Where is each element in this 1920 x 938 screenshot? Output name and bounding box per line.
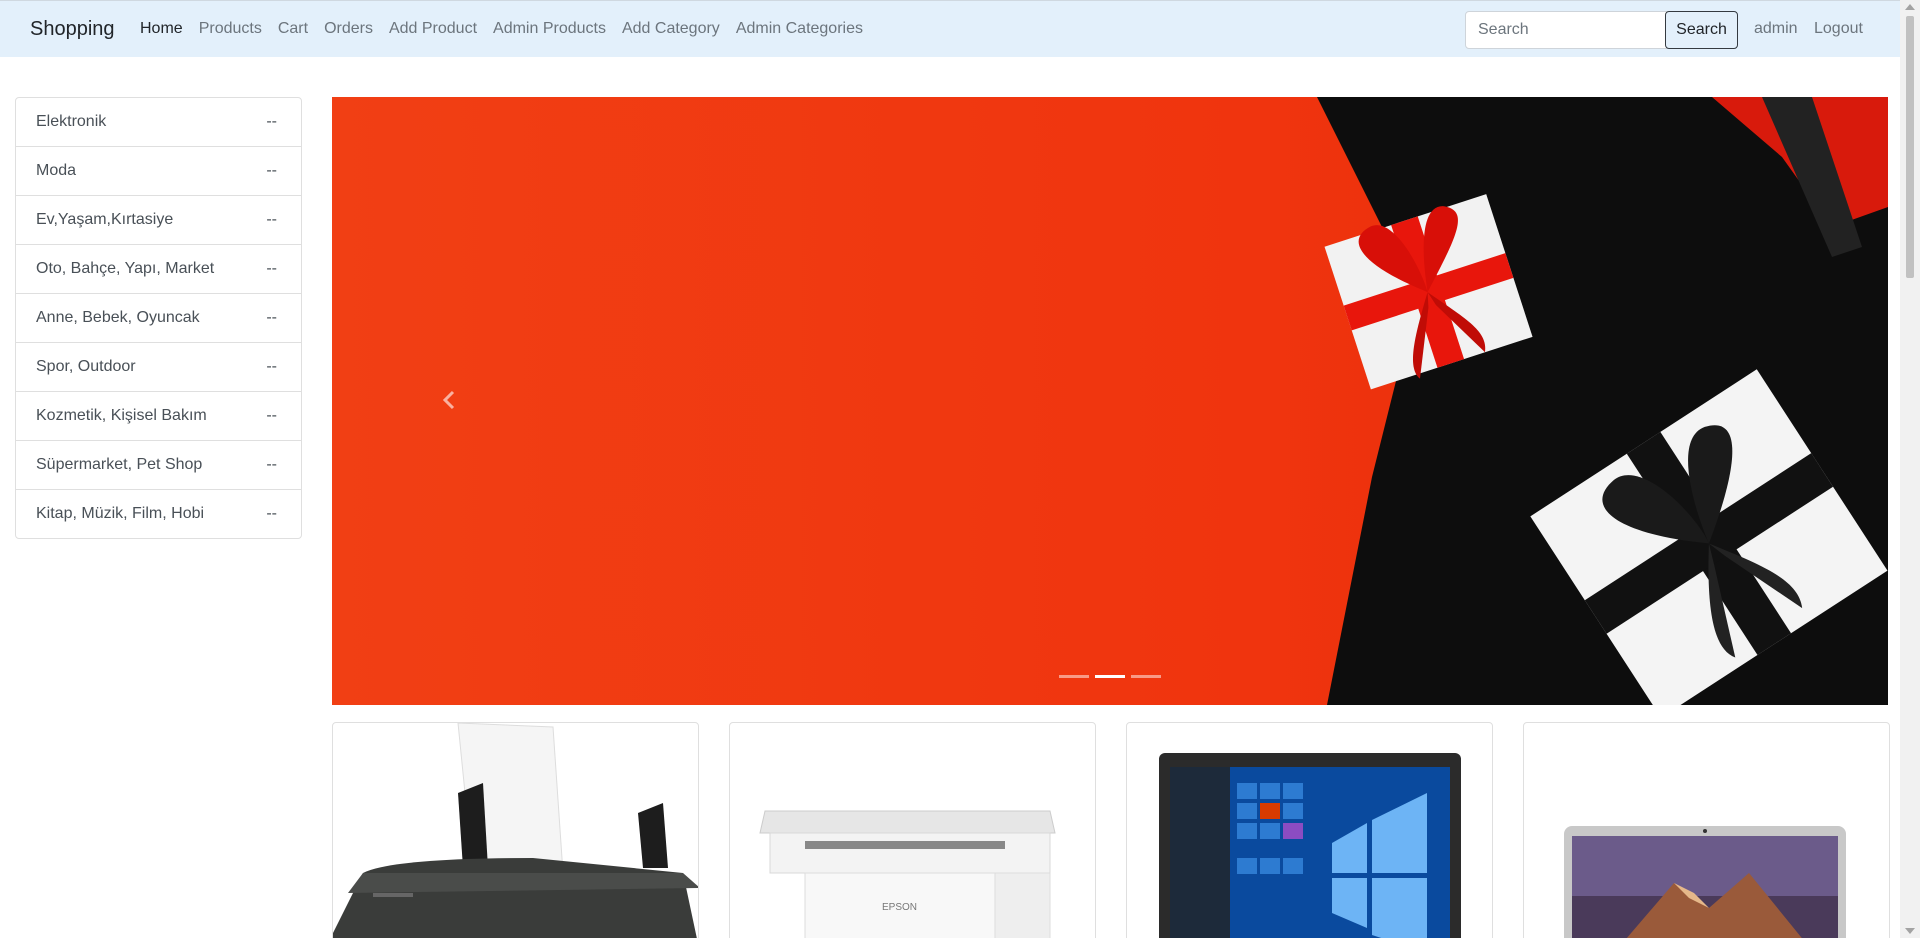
windows-laptop-image xyxy=(1159,753,1461,938)
page-scrollbar[interactable] xyxy=(1900,0,1920,938)
nav-link-products[interactable]: Products xyxy=(199,20,262,38)
product-card[interactable]: EPSON xyxy=(729,722,1096,938)
inkjet-printer-image xyxy=(333,723,698,938)
category-label: Elektronik xyxy=(36,113,107,130)
navbar: Shopping Home Products Cart Orders Add P… xyxy=(0,0,1900,57)
category-badge: -- xyxy=(266,162,277,179)
category-label: Spor, Outdoor xyxy=(36,358,136,375)
category-badge: -- xyxy=(266,358,277,375)
nav-link-orders[interactable]: Orders xyxy=(324,20,373,38)
macbook-image xyxy=(1564,826,1846,938)
hero-carousel xyxy=(332,97,1888,705)
category-badge: -- xyxy=(266,407,277,424)
gift-boxes-banner-image xyxy=(332,97,1888,705)
user-link[interactable]: admin xyxy=(1754,20,1798,38)
product-card[interactable] xyxy=(1126,722,1493,938)
carousel-indicator-1[interactable] xyxy=(1059,675,1089,678)
category-badge: -- xyxy=(266,260,277,277)
carousel-indicators xyxy=(1059,675,1161,678)
category-label: Moda xyxy=(36,162,77,179)
carousel-prev-button[interactable] xyxy=(438,388,462,412)
category-item-anne-bebek[interactable]: Anne, Bebek, Oyuncak -- xyxy=(16,294,301,343)
category-label: Kitap, Müzik, Film, Hobi xyxy=(36,505,205,522)
category-label: Süpermarket, Pet Shop xyxy=(36,456,203,473)
category-label: Kozmetik, Kişisel Bakım xyxy=(36,407,207,424)
category-label: Oto, Bahçe, Yapı, Market xyxy=(36,260,215,277)
category-item-kitap[interactable]: Kitap, Müzik, Film, Hobi -- xyxy=(16,490,301,538)
category-label: Anne, Bebek, Oyuncak xyxy=(36,309,200,326)
nav-link-cart[interactable]: Cart xyxy=(278,20,308,38)
scroll-thumb[interactable] xyxy=(1906,16,1914,278)
category-item-kozmetik[interactable]: Kozmetik, Kişisel Bakım -- xyxy=(16,392,301,441)
carousel-indicator-2[interactable] xyxy=(1095,675,1125,678)
category-item-ev-yasam[interactable]: Ev,Yaşam,Kırtasiye -- xyxy=(16,196,301,245)
nav-link-admin-products[interactable]: Admin Products xyxy=(493,20,606,38)
scroll-up-icon[interactable] xyxy=(1905,4,1915,10)
chevron-left-icon xyxy=(442,390,455,410)
nav-link-add-category[interactable]: Add Category xyxy=(622,20,720,38)
category-badge: -- xyxy=(266,211,277,228)
brand-logo[interactable]: Shopping xyxy=(30,18,115,41)
category-badge: -- xyxy=(266,505,277,522)
epson-laser-printer-image: EPSON xyxy=(759,810,1056,938)
category-item-oto-bahce[interactable]: Oto, Bahçe, Yapı, Market -- xyxy=(16,245,301,294)
category-item-supermarket[interactable]: Süpermarket, Pet Shop -- xyxy=(16,441,301,490)
product-card[interactable] xyxy=(332,722,699,938)
logout-link[interactable]: Logout xyxy=(1814,20,1863,38)
printer-brand-text: EPSON xyxy=(882,902,917,913)
category-item-moda[interactable]: Moda -- xyxy=(16,147,301,196)
nav-link-admin-categories[interactable]: Admin Categories xyxy=(736,20,863,38)
category-item-elektronik[interactable]: Elektronik -- xyxy=(16,98,301,147)
nav-link-add-product[interactable]: Add Product xyxy=(389,20,477,38)
search-button[interactable]: Search xyxy=(1665,11,1738,49)
category-list: Elektronik -- Moda -- Ev,Yaşam,Kırtasiye… xyxy=(15,97,302,539)
category-label: Ev,Yaşam,Kırtasiye xyxy=(36,211,174,228)
category-badge: -- xyxy=(266,456,277,473)
category-item-spor[interactable]: Spor, Outdoor -- xyxy=(16,343,301,392)
category-badge: -- xyxy=(266,309,277,326)
nav-links: Home Products Cart Orders Add Product Ad… xyxy=(140,20,879,38)
search-input[interactable] xyxy=(1465,11,1667,49)
scroll-down-icon[interactable] xyxy=(1905,928,1915,934)
product-card[interactable] xyxy=(1523,722,1890,938)
category-badge: -- xyxy=(266,113,277,130)
carousel-indicator-3[interactable] xyxy=(1131,675,1161,678)
nav-link-home[interactable]: Home xyxy=(140,20,183,38)
